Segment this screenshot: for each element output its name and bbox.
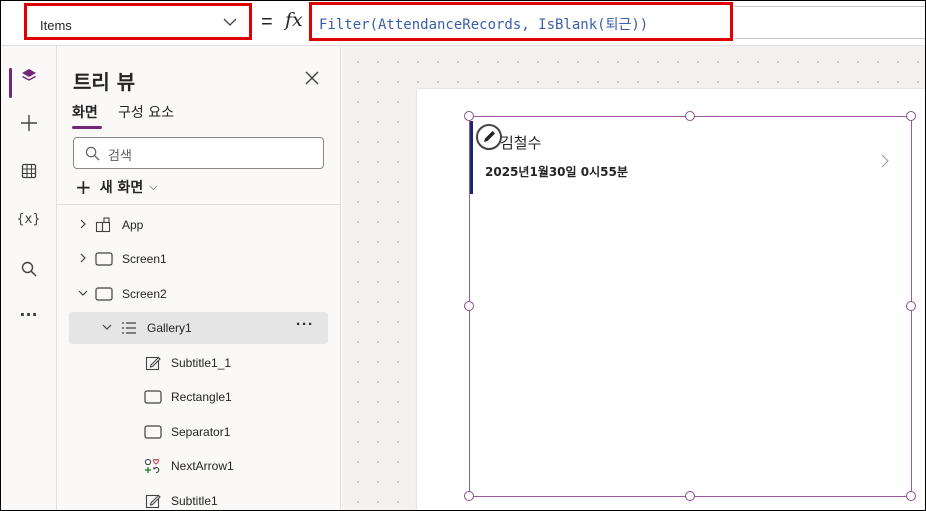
app-screen[interactable]: 김철수 2025년1월30일 0시55분 <box>417 89 926 511</box>
design-canvas[interactable]: 김철수 2025년1월30일 0시55분 <box>342 46 926 511</box>
pencil-icon <box>484 131 495 142</box>
search-icon <box>85 146 100 161</box>
tree-node-screen2[interactable]: Screen2 <box>69 278 328 310</box>
close-icon[interactable] <box>302 68 322 88</box>
tree-node-label: Rectangle1 <box>171 390 232 404</box>
equals-sign: = <box>261 11 273 33</box>
insert-rail-button[interactable] <box>0 107 57 139</box>
chevron-down-icon <box>223 18 237 26</box>
rectangle-icon <box>144 425 162 439</box>
tree-view-panel: 트리 뷰 화면 구성 요소 검색 + 새 화면 ⌵ App Screen1 Sc… <box>57 46 341 511</box>
tree-node-subtitle1-1[interactable]: Subtitle1_1 <box>69 347 328 379</box>
gallery-item-subtitle: 2025년1월30일 0시55분 <box>485 165 628 179</box>
tree-node-label: Separator1 <box>171 425 231 439</box>
resize-handle[interactable] <box>685 111 695 121</box>
formula-text: Filter(AttendanceRecords, IsBlank(퇴근)) <box>319 17 649 33</box>
fx-icon[interactable]: fx <box>285 9 303 31</box>
resize-handle[interactable] <box>464 491 474 501</box>
edit-label-icon <box>145 356 161 371</box>
more-options-icon[interactable]: ··· <box>296 316 314 333</box>
resize-handle[interactable] <box>906 301 916 311</box>
tree-node-nextarrow1[interactable]: NextArrow1 <box>69 450 328 482</box>
formula-input[interactable]: Filter(AttendanceRecords, IsBlank(퇴근)) <box>309 2 733 41</box>
gallery-item-accent-bar <box>470 121 473 194</box>
more-rail-button[interactable]: ··· <box>0 298 57 330</box>
new-screen-label: 새 화면 <box>99 180 144 196</box>
tab-components[interactable]: 구성 요소 <box>118 102 174 122</box>
chevron-down-icon[interactable] <box>77 287 89 299</box>
data-rail-button[interactable] <box>0 155 57 187</box>
gallery-icon <box>122 322 136 334</box>
data-table-icon <box>21 163 36 179</box>
tree-node-subtitle1[interactable]: Subtitle1 <box>69 485 328 511</box>
resize-handle[interactable] <box>906 491 916 501</box>
new-screen-button[interactable]: + 새 화면 ⌵ <box>75 175 158 199</box>
resize-handle[interactable] <box>906 111 916 121</box>
rectangle-icon <box>144 390 162 404</box>
tree-node-label: App <box>122 218 144 232</box>
resize-handle[interactable] <box>685 491 695 501</box>
chevron-down-icon: ⌵ <box>149 180 158 193</box>
formula-bar: Items = fx Filter(AttendanceRecords, IsB… <box>0 0 926 46</box>
variables-rail-button[interactable]: {x} <box>0 203 57 235</box>
tree-node-label: Subtitle1 <box>171 494 218 508</box>
chevron-right-icon[interactable] <box>77 218 89 230</box>
layers-icon <box>21 69 36 81</box>
chevron-down-icon[interactable] <box>101 321 113 333</box>
search-icon <box>21 261 37 277</box>
plus-icon <box>20 115 37 131</box>
search-input[interactable]: 검색 <box>73 137 324 169</box>
gallery-item-title: 김철수 <box>500 134 542 152</box>
search-rail-button[interactable] <box>0 253 57 285</box>
tab-screens[interactable]: 화면 <box>72 102 98 122</box>
divider <box>57 204 340 205</box>
app-icon <box>95 217 111 233</box>
edit-gallery-template-button[interactable] <box>476 124 502 150</box>
shapes-icon <box>144 458 160 474</box>
tree-node-screen1[interactable]: Screen1 <box>69 243 328 275</box>
tree-node-separator1[interactable]: Separator1 <box>69 416 328 448</box>
tree-node-app[interactable]: App <box>69 209 328 241</box>
tree-node-label: NextArrow1 <box>171 459 234 473</box>
next-arrow-icon[interactable] <box>880 153 890 169</box>
resize-handle[interactable] <box>464 111 474 121</box>
screen-icon <box>95 252 113 266</box>
tree-node-gallery1[interactable]: Gallery1 ··· <box>69 312 328 344</box>
search-placeholder: 검색 <box>108 149 132 164</box>
chevron-right-icon[interactable] <box>77 252 89 264</box>
tree-node-label: Subtitle1_1 <box>171 356 232 370</box>
edit-label-icon <box>145 494 161 509</box>
tree-node-label: Gallery1 <box>147 321 192 335</box>
panel-title: 트리 뷰 <box>73 70 136 94</box>
screen-icon <box>95 287 113 301</box>
tree-view-rail-button[interactable] <box>0 60 57 98</box>
variables-icon: {x} <box>16 211 41 227</box>
resize-handle[interactable] <box>464 301 474 311</box>
active-tab-indicator <box>72 126 102 129</box>
tree-node-label: Screen2 <box>122 287 167 301</box>
tree-node-label: Screen1 <box>122 252 167 266</box>
property-dropdown[interactable]: Items <box>24 3 252 40</box>
more-icon: ··· <box>19 304 38 324</box>
gallery-control[interactable]: 김철수 2025년1월30일 0시55분 <box>464 111 916 501</box>
formula-input-extension[interactable] <box>735 6 926 39</box>
tree-node-rectangle1[interactable]: Rectangle1 <box>69 381 328 413</box>
left-rail: {x} ··· <box>0 46 57 511</box>
plus-icon: + <box>75 175 92 199</box>
property-dropdown-value: Items <box>40 18 72 33</box>
